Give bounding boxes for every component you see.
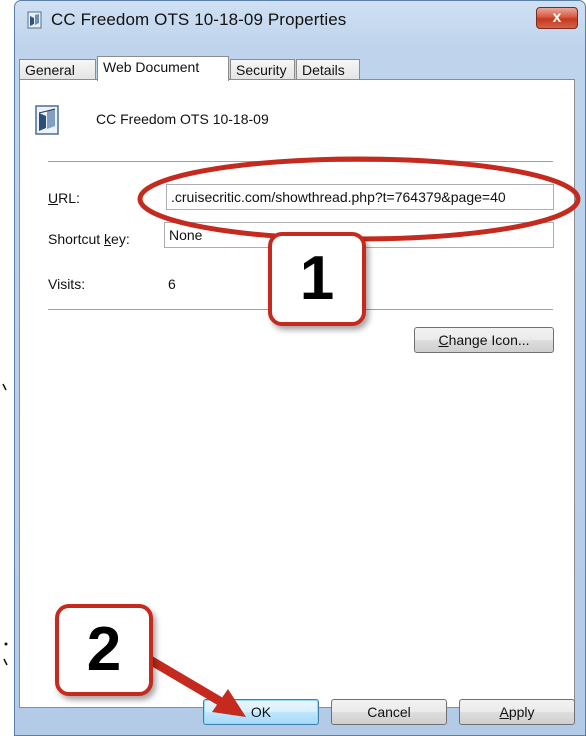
document-name: CC Freedom OTS 10-18-09 bbox=[96, 111, 269, 127]
tab-security-label: Security bbox=[236, 62, 287, 78]
cancel-label: Cancel bbox=[367, 704, 411, 720]
url-label: URL: bbox=[48, 190, 80, 206]
shortcut-label-post: ey: bbox=[111, 231, 130, 247]
tab-security[interactable]: Security bbox=[230, 59, 295, 80]
tab-web-document-label: Web Document bbox=[103, 59, 200, 75]
url-field[interactable]: .cruisecritic.com/showthread.php?t=76437… bbox=[166, 184, 554, 210]
change-icon-accel: C bbox=[438, 332, 449, 348]
shortcut-file-icon bbox=[27, 11, 42, 29]
ok-label: OK bbox=[250, 704, 272, 720]
window-title: CC Freedom OTS 10-18-09 Properties bbox=[51, 10, 347, 29]
step-1-callout: 1 bbox=[268, 232, 366, 326]
step-2-callout: 2 bbox=[55, 604, 153, 696]
tab-general[interactable]: General bbox=[19, 59, 96, 80]
edge-fragment bbox=[2, 635, 10, 646]
edge-fragment bbox=[2, 378, 10, 391]
shortcut-key-label: Shortcut key: bbox=[48, 231, 130, 247]
separator-top bbox=[48, 161, 553, 163]
tab-web-document[interactable]: Web Document bbox=[97, 56, 229, 81]
internet-shortcut-icon bbox=[35, 105, 59, 135]
cancel-button[interactable]: Cancel bbox=[331, 699, 447, 725]
edge-fragment bbox=[2, 653, 10, 666]
change-icon-label: hange Icon... bbox=[448, 332, 530, 348]
apply-button[interactable]: Apply bbox=[459, 699, 575, 725]
shortcut-label-accel: k bbox=[104, 231, 112, 247]
visits-value: 6 bbox=[168, 276, 176, 292]
apply-label: pply bbox=[508, 704, 535, 720]
tab-details[interactable]: Details bbox=[296, 59, 360, 80]
close-button[interactable]: x bbox=[536, 7, 578, 29]
change-icon-button[interactable]: Change Icon... bbox=[414, 327, 554, 353]
close-icon: x bbox=[552, 9, 562, 26]
visits-label: Visits: bbox=[48, 276, 86, 292]
url-label-text: RL: bbox=[58, 190, 80, 206]
ok-button[interactable]: OK bbox=[203, 699, 319, 725]
tab-general-label: General bbox=[25, 62, 75, 78]
apply-accel: A bbox=[499, 704, 509, 720]
tab-details-label: Details bbox=[302, 62, 345, 78]
title-bar[interactable]: CC Freedom OTS 10-18-09 Properties x bbox=[15, 1, 585, 39]
shortcut-label-pre: Shortcut bbox=[48, 231, 105, 247]
url-label-accel: U bbox=[48, 190, 59, 206]
